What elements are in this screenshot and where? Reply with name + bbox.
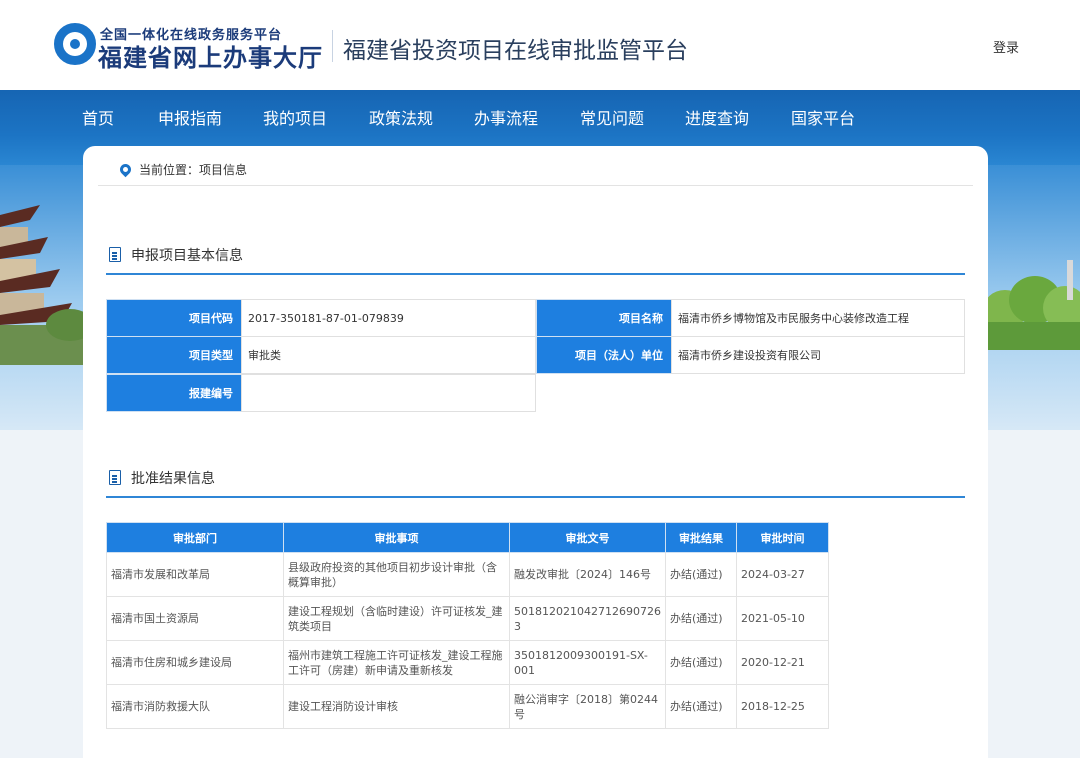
cell-result: 办结(通过) — [664, 552, 737, 597]
login-link[interactable]: 登录 — [993, 37, 1019, 56]
table-header-row: 审批部门 审批事项 审批文号 审批结果 审批时间 — [106, 522, 829, 553]
section-title-approval: 批准结果信息 — [109, 468, 215, 488]
table-row: 福清市发展和改革局 县级政府投资的其他项目初步设计审批（含概算审批） 融发改审批… — [106, 552, 829, 597]
cell-result: 办结(通过) — [664, 684, 737, 729]
project-name-label: 项目名称 — [536, 299, 672, 337]
approval-table: 审批部门 审批事项 审批文号 审批结果 审批时间 福清市发展和改革局 县级政府投… — [106, 522, 829, 729]
cell-date: 2018-12-25 — [735, 684, 829, 729]
cell-department: 福清市消防救援大队 — [106, 684, 284, 729]
breadcrumb-text: 当前位置：项目信息 — [139, 163, 248, 177]
cell-doc-no: 3501812009300191-SX-001 — [509, 640, 666, 685]
cell-department: 福清市国土资源局 — [106, 596, 284, 641]
cell-result: 办结(通过) — [664, 596, 737, 641]
table-row: 福清市国土资源局 建设工程规划（含临时建设）许可证核发_建筑类项目 501812… — [106, 596, 829, 641]
legal-unit-label: 项目（法人）单位 — [536, 336, 672, 374]
project-code-label: 项目代码 — [106, 299, 242, 337]
cell-result: 办结(通过) — [664, 640, 737, 685]
nav-item-progress[interactable]: 进度查询 — [685, 105, 749, 129]
trees-illustration — [985, 260, 1080, 350]
cell-matter: 县级政府投资的其他项目初步设计审批（含概算审批） — [283, 552, 510, 597]
legal-unit-value: 福清市侨乡建设投资有限公司 — [671, 336, 965, 374]
section-title-basic-info-text: 申报项目基本信息 — [131, 248, 243, 264]
cell-matter: 建设工程规划（含临时建设）许可证核发_建筑类项目 — [283, 596, 510, 641]
pagoda-illustration — [0, 205, 90, 365]
cell-date: 2024-03-27 — [735, 552, 829, 597]
logo-title[interactable]: 福建省网上办事大厅 — [98, 38, 323, 73]
nav-item-process[interactable]: 办事流程 — [474, 105, 538, 129]
section-divider — [106, 273, 965, 275]
breadcrumb: 当前位置：项目信息 — [117, 161, 248, 178]
column-header-result: 审批结果 — [664, 522, 737, 553]
cell-doc-no: 融公消审字〔2018〕第0244号 — [509, 684, 666, 729]
breadcrumb-divider — [98, 185, 973, 186]
nav-item-faq[interactable]: 常见问题 — [580, 105, 644, 129]
cell-date: 2020-12-21 — [735, 640, 829, 685]
section-divider — [106, 496, 965, 498]
site-logo-icon[interactable] — [54, 23, 96, 65]
cell-doc-no: 融发改审批〔2024〕146号 — [509, 552, 666, 597]
cell-department: 福清市发展和改革局 — [106, 552, 284, 597]
nav-item-national[interactable]: 国家平台 — [791, 105, 855, 129]
column-header-matter: 审批事项 — [283, 522, 510, 553]
build-no-label: 报建编号 — [106, 374, 242, 412]
project-name-value: 福清市侨乡博物馆及市民服务中心装修改造工程 — [671, 299, 965, 337]
section-title-approval-text: 批准结果信息 — [131, 471, 215, 487]
nav-item-guide[interactable]: 申报指南 — [158, 105, 222, 129]
document-icon — [109, 247, 121, 262]
project-type-value: 审批类 — [241, 336, 536, 374]
site-header: 全国一体化在线政务服务平台 福建省网上办事大厅 福建省投资项目在线审批监管平台 … — [0, 0, 1080, 90]
project-type-label: 项目类型 — [106, 336, 242, 374]
project-code-value: 2017-350181-87-01-079839 — [241, 299, 536, 337]
location-pin-icon — [117, 161, 134, 178]
nav-item-home[interactable]: 首页 — [82, 105, 114, 129]
document-icon — [109, 470, 121, 485]
nav-item-my-projects[interactable]: 我的项目 — [263, 105, 327, 129]
header-divider — [332, 30, 333, 62]
nav-item-policies[interactable]: 政策法规 — [369, 105, 433, 129]
table-row: 福清市住房和城乡建设局 福州市建筑工程施工许可证核发_建设工程施工许可（房建）新… — [106, 640, 829, 685]
column-header-doc-no: 审批文号 — [509, 522, 666, 553]
column-header-department: 审批部门 — [106, 522, 284, 553]
cell-department: 福清市住房和城乡建设局 — [106, 640, 284, 685]
platform-title: 福建省投资项目在线审批监管平台 — [343, 38, 688, 64]
table-row: 福清市消防救援大队 建设工程消防设计审核 融公消审字〔2018〕第0244号 办… — [106, 684, 829, 729]
cell-matter: 福州市建筑工程施工许可证核发_建设工程施工许可（房建）新申请及重新核发 — [283, 640, 510, 685]
column-header-date: 审批时间 — [735, 522, 829, 553]
cell-matter: 建设工程消防设计审核 — [283, 684, 510, 729]
cell-date: 2021-05-10 — [735, 596, 829, 641]
section-title-basic-info: 申报项目基本信息 — [109, 245, 243, 265]
build-no-value — [241, 374, 536, 412]
cell-doc-no: 501812021042712690726​3 — [509, 596, 666, 641]
